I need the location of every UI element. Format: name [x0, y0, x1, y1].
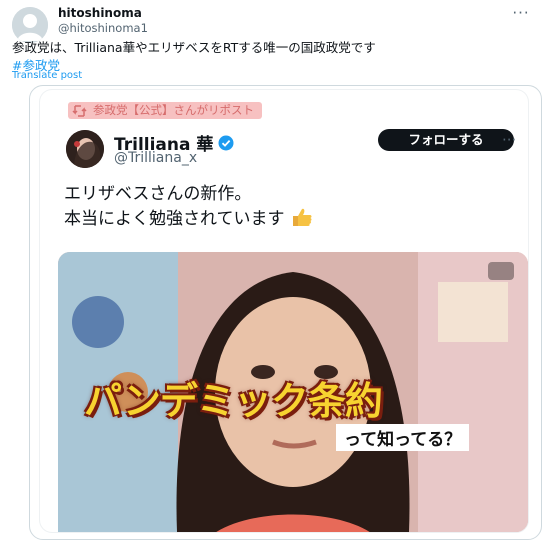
- video-badge-icon: [488, 262, 514, 280]
- default-avatar-icon: [12, 7, 48, 43]
- embedded-handle: @Trilliana_x: [114, 150, 198, 166]
- embedded-text-line1: エリザベスさんの新作。: [64, 184, 252, 204]
- video-thumbnail: パンデミック条約 って知ってる？: [58, 252, 528, 532]
- embedded-avatar-image: [66, 130, 104, 168]
- translate-post-link[interactable]: Translate post: [12, 70, 82, 81]
- repost-banner: 参政党【公式】さんがリポスト: [68, 102, 262, 119]
- repost-icon: [72, 104, 87, 117]
- post-text: 参政党は、Trilliana華やエリザベスをRTする唯一の国政政党です: [12, 40, 376, 55]
- author-block: hitoshinoma @hitoshinoma1: [58, 6, 148, 36]
- follow-button: フォローする: [378, 129, 514, 151]
- author-name[interactable]: hitoshinoma: [58, 6, 148, 21]
- post: hitoshinoma @hitoshinoma1 ··· 参政党は、Trill…: [0, 0, 543, 543]
- embedded-text-line2: 本当によく勉強されています: [64, 209, 285, 229]
- video-subtitle-text: って知ってる？: [336, 424, 470, 451]
- embedded-more-icon: ···: [502, 131, 517, 149]
- verified-badge-icon: [218, 135, 234, 150]
- thumbs-up-icon: [290, 207, 314, 235]
- author-avatar[interactable]: [12, 7, 48, 43]
- embedded-avatar: [66, 130, 104, 168]
- more-icon[interactable]: ···: [509, 4, 533, 22]
- embedded-text-line2-wrap: 本当によく勉強されています: [64, 207, 314, 235]
- embedded-text: エリザベスさんの新作。 本当によく勉強されています: [64, 182, 314, 235]
- author-handle[interactable]: @hitoshinoma1: [58, 21, 148, 36]
- video-title-text: パンデミック条約: [84, 379, 383, 423]
- repost-banner-text: 参政党【公式】さんがリポスト: [93, 103, 254, 117]
- embedded-media[interactable]: 参政党【公式】さんがリポスト Trilliana 華 @Trilliana_x …: [29, 85, 542, 540]
- embedded-screenshot: 参政党【公式】さんがリポスト Trilliana 華 @Trilliana_x …: [40, 90, 528, 532]
